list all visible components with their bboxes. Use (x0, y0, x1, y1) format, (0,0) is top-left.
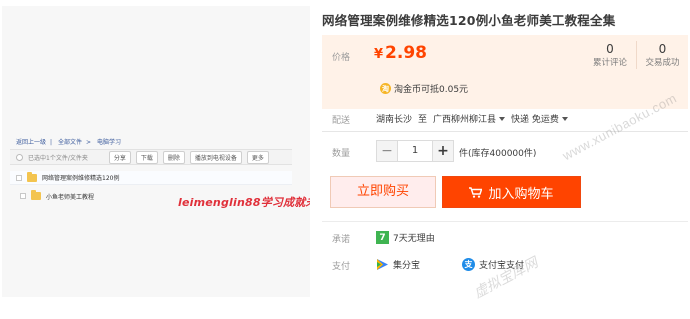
quantity-input[interactable]: 1 (398, 140, 432, 162)
divider (322, 221, 688, 222)
ship-method: 快递 免运费 (511, 115, 559, 125)
stat-reviews[interactable]: 0 累计评论 (584, 41, 636, 69)
stock-text: 件(库存400000件) (459, 149, 537, 159)
preview-watermark: leimenglin88学习成就未来 (178, 196, 310, 209)
promise-label: 承诺 (332, 235, 351, 245)
seven-day-return-icon: 7 (376, 231, 389, 244)
preview-more-button: 更多 (246, 150, 269, 164)
stat-reviews-count: 0 (606, 42, 614, 56)
preview-file-name: 网络管理案例维修精选120例 (42, 175, 120, 182)
preview-share-button: 分享 (108, 150, 131, 164)
preview-nav-current: 电脑学习 (96, 139, 121, 146)
preview-select-all-checkbox (16, 153, 23, 161)
buy-now-button[interactable]: 立即购买 (330, 176, 436, 208)
taobao-coin-icon: 淘 (380, 83, 391, 94)
ship-from: 湖南长沙 (376, 115, 413, 125)
payment-label: 支付 (332, 262, 351, 272)
folder-icon (27, 171, 37, 182)
preview-tv-button: 播放到电视设备 (189, 150, 242, 164)
ship-method-select[interactable]: 快递 免运费 (511, 112, 568, 125)
quantity-increase-button[interactable]: + (432, 140, 454, 162)
quantity-label: 数量 (332, 149, 351, 159)
payment-jifenbao: 集分宝 (393, 261, 421, 271)
ship-destination: 广西柳州柳江县 (433, 115, 497, 125)
quantity-decrease-button[interactable]: − (376, 140, 398, 162)
price-panel: 价格 ¥2.98 0 累计评论 0 交易成功 淘 淘金币可抵0.05元 (322, 35, 688, 109)
promise-row: 7 7天无理由 (376, 231, 435, 244)
alipay-icon: 支 (462, 258, 476, 271)
price-amount: 2.98 (385, 43, 427, 63)
preview-toolbar: 已选中1个文件/文件夹 分享 下载 删除 播放到电视设备 更多 (10, 149, 292, 165)
preview-nav-all: 全部文件 (57, 139, 82, 146)
shipping-label: 配送 (332, 116, 351, 126)
preview-selected-text: 已选中1个文件/文件夹 (28, 154, 88, 162)
preview-file-row: 网络管理案例维修精选120例 (10, 171, 292, 185)
quantity-stepper: − 1 + (376, 140, 454, 162)
preview-row-checkbox (16, 174, 22, 181)
chevron-down-icon (561, 116, 568, 121)
stat-deals-label: 交易成功 (645, 58, 680, 68)
stat-deals: 0 交易成功 (636, 41, 688, 69)
add-to-cart-label: 加入购物车 (488, 186, 554, 202)
preview-file-name: 小鱼老师美工教程 (46, 193, 95, 201)
jifenbao-icon (376, 258, 389, 271)
currency-symbol: ¥ (374, 47, 384, 62)
shipping-row: 湖南长沙 至 广西柳州柳江县 快递 免运费 (376, 112, 568, 125)
preview-nav-back: 返回上一级 (16, 139, 47, 146)
stat-reviews-label: 累计评论 (592, 58, 627, 68)
promise-text[interactable]: 7天无理由 (393, 231, 435, 244)
folder-icon (31, 190, 41, 200)
preview-row-checkbox (20, 193, 26, 199)
coin-discount-text: 淘金币可抵0.05元 (394, 85, 469, 95)
preview-breadcrumb: 返回上一级 | 全部文件 > 电脑学习 (16, 139, 121, 146)
stat-deals-count: 0 (658, 42, 667, 56)
price-label: 价格 (332, 53, 351, 63)
sales-stats: 0 累计评论 0 交易成功 (584, 41, 688, 69)
ship-to-word: 至 (418, 115, 428, 125)
divider (322, 131, 688, 132)
preview-download-button: 下载 (135, 150, 158, 164)
ship-destination-select[interactable]: 广西柳州柳江县 (433, 112, 506, 125)
coin-discount: 淘 淘金币可抵0.05元 (380, 82, 468, 95)
preview-delete-button: 删除 (162, 150, 185, 164)
price-value: ¥2.98 (374, 43, 427, 63)
product-title: 网络管理案例维修精选120例小鱼老师美工教程全集 (322, 13, 616, 28)
cart-icon (469, 186, 483, 198)
add-to-cart-button[interactable]: 加入购物车 (442, 176, 581, 208)
preview-image: 返回上一级 | 全部文件 > 电脑学习 已选中1个文件/文件夹 分享 下载 删除 播… (2, 6, 310, 297)
chevron-down-icon (499, 116, 506, 121)
